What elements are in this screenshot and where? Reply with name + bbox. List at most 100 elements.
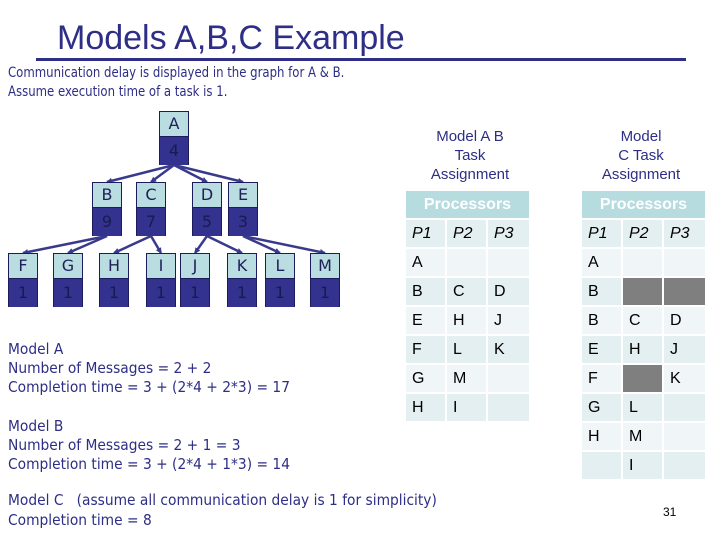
edge-a-e (173, 163, 244, 184)
model-b-heading: Model B (8, 417, 64, 435)
model-b-messages: Number of Messages = 2 + 1 = 3 (8, 436, 241, 454)
edge-e-m (242, 234, 326, 255)
processor-column-header: P1 (406, 220, 445, 247)
intro-text: Communication delay is displayed in the … (8, 64, 344, 102)
task-node-f: F1 (8, 253, 38, 307)
task-node-weight: 3 (229, 207, 257, 236)
task-cell: K (488, 336, 529, 363)
intro-line: Communication delay is displayed in the … (8, 65, 345, 81)
model-b-completion: Completion time = 3 + (2*4 + 1*3) = 14 (8, 455, 290, 473)
task-cell (664, 452, 705, 479)
task-cell: B (582, 278, 621, 305)
table-row: FLK (406, 336, 529, 363)
edge-c-i (149, 235, 163, 254)
edge-a-d (173, 163, 208, 184)
task-cell: J (664, 336, 705, 363)
task-node-b: B9 (92, 182, 122, 236)
table-row: A (406, 249, 529, 276)
task-node-d: D5 (192, 182, 222, 236)
communication-slot-cell (623, 278, 662, 305)
task-cell: D (664, 307, 705, 334)
model-c-heading: Model C (assume all communication delay … (8, 491, 437, 509)
model-a-text: Model A Number of Messages = 2 + 2 Compl… (8, 340, 290, 397)
task-node-weight: 7 (137, 207, 165, 236)
table-row: GM (406, 365, 529, 392)
edge-b-g (67, 234, 108, 255)
task-node-label: M (311, 254, 339, 278)
task-node-label: K (228, 254, 256, 278)
task-cell: H (582, 423, 621, 450)
task-cell: B (406, 278, 445, 305)
edge-c-h (113, 234, 152, 255)
table-c-caption: Model C Task Assignment (561, 127, 720, 184)
task-cell: L (623, 394, 662, 421)
table-ab-caption: Model A B Task Assignment (390, 127, 550, 184)
processor-column-header: P2 (447, 220, 486, 247)
caption-line: Assignment (430, 166, 510, 183)
processor-column-header: P2 (623, 220, 662, 247)
task-node-weight: 1 (147, 278, 175, 307)
task-node-a: A4 (159, 111, 189, 165)
task-node-label: A (160, 112, 188, 136)
task-cell: G (582, 394, 621, 421)
table-row: GL (582, 394, 705, 421)
processors-header: Processors (406, 191, 529, 218)
task-cell: D (488, 278, 529, 305)
task-cell: J (488, 307, 529, 334)
task-cell: E (406, 307, 445, 334)
task-node-label: B (93, 183, 121, 207)
task-cell: H (406, 394, 445, 421)
task-cell: B (582, 307, 621, 334)
table-row: B (582, 278, 705, 305)
task-node-m: M1 (310, 253, 340, 307)
task-node-weight: 1 (100, 278, 128, 307)
processor-columns-row: P1 P2 P3 (406, 220, 529, 247)
model-c-text: Model C (assume all communication delay … (8, 490, 437, 530)
task-cell: L (447, 336, 486, 363)
table-row: A (582, 249, 705, 276)
task-cell: A (406, 249, 445, 276)
title-underline (36, 58, 686, 61)
model-c-completion: Completion time = 8 (8, 511, 152, 529)
task-cell: I (623, 452, 662, 479)
task-cell: H (623, 336, 662, 363)
task-node-i: I1 (146, 253, 176, 307)
processors-header: Processors (582, 191, 705, 218)
task-node-label: D (193, 183, 221, 207)
task-cell: M (623, 423, 662, 450)
task-cell: E (582, 336, 621, 363)
model-a-messages: Number of Messages = 2 + 2 (8, 359, 212, 377)
caption-line: C Task (618, 147, 664, 164)
task-assignment-table-ab: Processors P1 P2 P3 A B C D E H J F L K G M H I (406, 191, 529, 423)
task-node-label: H (100, 254, 128, 278)
task-node-k: K1 (227, 253, 257, 307)
slide-title: Models A,B,C Example (57, 19, 405, 57)
task-node-label: I (147, 254, 175, 278)
table-row: HM (582, 423, 705, 450)
task-node-e: E3 (228, 182, 258, 236)
processor-column-header: P3 (664, 220, 705, 247)
task-node-weight: 4 (160, 136, 188, 165)
task-node-weight: 1 (228, 278, 256, 307)
table-row: BCD (582, 307, 705, 334)
task-node-g: G1 (53, 253, 83, 307)
task-cell: F (406, 336, 445, 363)
task-node-weight: 1 (54, 278, 82, 307)
task-node-label: F (9, 254, 37, 278)
task-cell (664, 249, 705, 276)
edge-d-k (206, 234, 243, 255)
task-cell: M (447, 365, 486, 392)
caption-line: Model A B (436, 128, 504, 145)
task-node-l: L1 (265, 253, 295, 307)
table-row: I (582, 452, 705, 479)
task-cell: H (447, 307, 486, 334)
task-node-label: E (229, 183, 257, 207)
task-cell (488, 394, 529, 421)
task-cell (623, 249, 662, 276)
task-node-c: C7 (136, 182, 166, 236)
page-number: 31 (663, 505, 677, 519)
task-node-j: J1 (180, 253, 210, 307)
model-b-text: Model B Number of Messages = 2 + 1 = 3 C… (8, 417, 290, 474)
task-cell: A (582, 249, 621, 276)
communication-slot-cell (623, 365, 662, 392)
